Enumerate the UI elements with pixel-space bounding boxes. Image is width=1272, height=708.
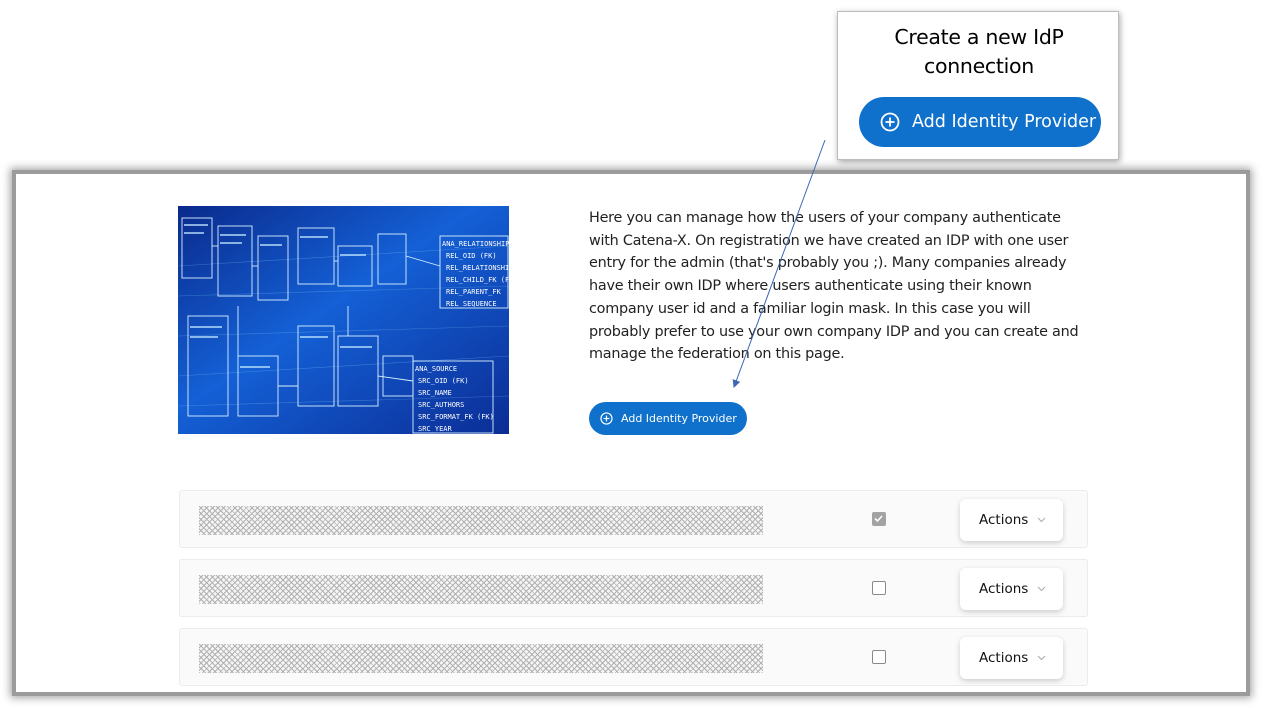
actions-dropdown-button[interactable]: Actions — [960, 637, 1063, 679]
idp-name-redacted — [199, 506, 763, 535]
svg-text:ANA_SOURCE: ANA_SOURCE — [415, 365, 457, 373]
svg-text:SRC_OID (FK): SRC_OID (FK) — [418, 377, 469, 385]
idp-row: Actions — [179, 490, 1088, 548]
callout-add-identity-provider-button[interactable]: Add Identity Provider — [859, 97, 1101, 147]
svg-text:SRC_NAME: SRC_NAME — [418, 389, 452, 397]
actions-dropdown-button[interactable]: Actions — [960, 568, 1063, 610]
chevron-down-icon — [1037, 517, 1046, 523]
svg-text:SRC_YEAR: SRC_YEAR — [418, 425, 453, 433]
svg-text:REL_CHILD_FK (F: REL_CHILD_FK (F — [446, 276, 509, 284]
callout-box: Create a new IdP connection Add Identity… — [837, 11, 1119, 160]
idp-name-redacted — [199, 575, 763, 604]
svg-text:REL_RELATIONSHI: REL_RELATIONSHI — [446, 264, 509, 272]
intro-text: Here you can manage how the users of you… — [589, 210, 1079, 363]
idp-enabled-checkbox[interactable] — [872, 581, 886, 595]
chevron-down-icon — [1037, 586, 1046, 592]
actions-label: Actions — [979, 650, 1029, 666]
hero-image: ANA_RELATIONSHIP REL_OID (FK) REL_RELATI… — [178, 206, 509, 434]
svg-text:REL_PARENT_FK: REL_PARENT_FK — [446, 288, 502, 296]
add-identity-provider-label: Add Identity Provider — [621, 412, 737, 425]
svg-text:SRC_AUTHORS: SRC_AUTHORS — [418, 401, 464, 409]
idp-row: Actions — [179, 559, 1088, 617]
plus-circle-icon — [600, 412, 613, 425]
idp-row: Actions — [179, 628, 1088, 686]
svg-text:ANA_RELATIONSHIP: ANA_RELATIONSHIP — [442, 240, 509, 248]
svg-text:SRC_FORMAT_FK (FK): SRC_FORMAT_FK (FK) — [418, 413, 494, 421]
callout-title: Create a new IdP connection — [838, 23, 1120, 81]
callout-title-line2: connection — [924, 54, 1034, 78]
callout-button-label: Add Identity Provider — [912, 112, 1097, 132]
idp-name-redacted — [199, 644, 763, 673]
callout-title-line1: Create a new IdP — [894, 25, 1064, 49]
idp-enabled-checkbox[interactable] — [872, 650, 886, 664]
screenshot-frame: ANA_RELATIONSHIP REL_OID (FK) REL_RELATI… — [12, 170, 1250, 696]
chevron-down-icon — [1037, 655, 1046, 661]
actions-label: Actions — [979, 581, 1029, 597]
idp-enabled-checkbox[interactable] — [872, 512, 886, 526]
checkmark-icon — [874, 515, 883, 523]
add-identity-provider-button[interactable]: Add Identity Provider — [589, 402, 747, 435]
actions-label: Actions — [979, 512, 1029, 528]
plus-circle-icon — [880, 112, 900, 132]
actions-dropdown-button[interactable]: Actions — [960, 499, 1063, 541]
svg-text:REL_OID (FK): REL_OID (FK) — [446, 252, 497, 260]
svg-text:REL_SEQUENCE: REL_SEQUENCE — [446, 300, 497, 308]
